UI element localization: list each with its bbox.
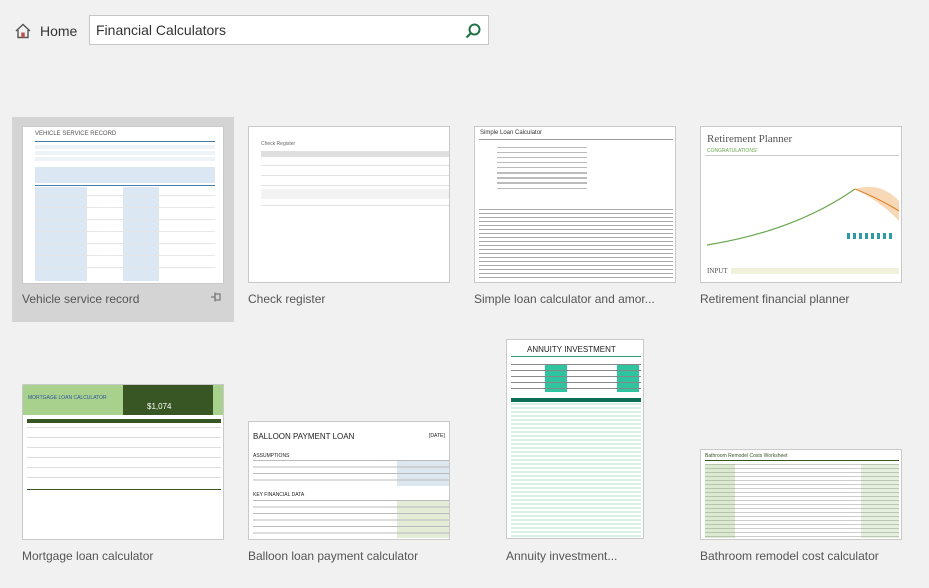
thumbnail-heading: MORTGAGE LOAN CALCULATOR xyxy=(28,395,107,401)
template-thumbnail: VEHICLE SERVICE RECORD xyxy=(22,126,224,284)
template-title: Annuity investment... xyxy=(506,549,618,563)
template-thumbnail: BALLOON PAYMENT LOAN [DATE] ASSUMPTIONS … xyxy=(248,421,450,540)
home-button[interactable]: Home xyxy=(14,20,77,42)
template-tile-retirement-planner[interactable]: Retirement Planner CONGRATULATIONS! INPU… xyxy=(690,117,912,322)
template-tile-annuity-investment[interactable]: ANNUITY INVESTMENT Annuity investment... xyxy=(496,330,656,580)
thumbnail-assumptions: ASSUMPTIONS xyxy=(253,453,290,459)
template-title: Vehicle service record xyxy=(22,292,140,306)
template-tile-vehicle-service-record[interactable]: VEHICLE SERVICE RECORD Vehicle service r… xyxy=(12,117,234,322)
thumbnail-heading: VEHICLE SERVICE RECORD xyxy=(35,131,117,137)
template-thumbnail: Check Register xyxy=(248,126,450,283)
template-thumbnail: Retirement Planner CONGRATULATIONS! INPU… xyxy=(700,126,902,283)
template-title: Check register xyxy=(248,292,326,306)
thumbnail-heading: Check Register xyxy=(261,141,296,147)
thumbnail-heading: ANNUITY INVESTMENT xyxy=(527,345,616,354)
search-input[interactable] xyxy=(96,19,456,41)
thumbnail-monthly-payment: $1,074 xyxy=(147,402,172,411)
thumbnail-heading: Simple Loan Calculator xyxy=(480,130,543,136)
home-label: Home xyxy=(40,23,78,39)
template-tile-check-register[interactable]: Check Register Check register xyxy=(238,117,460,322)
template-tile-mortgage-loan-calculator[interactable]: MORTGAGE LOAN CALCULATOR $1,074 Mortgage… xyxy=(12,375,234,580)
thumbnail-heading: BALLOON PAYMENT LOAN xyxy=(253,432,355,441)
template-thumbnail: ANNUITY INVESTMENT xyxy=(506,339,644,539)
thumbnail-key-financial-data: KEY FINANCIAL DATA xyxy=(253,492,305,498)
template-title: Balloon loan payment calculator xyxy=(248,549,419,563)
template-title: Simple loan calculator and amor... xyxy=(474,292,655,306)
thumbnail-heading: Retirement Planner xyxy=(707,133,793,145)
search-box[interactable] xyxy=(89,15,489,45)
thumbnail-heading: Bathroom Remodel Costs Worksheet xyxy=(705,453,788,459)
template-thumbnail: MORTGAGE LOAN CALCULATOR $1,074 xyxy=(22,384,224,540)
home-icon xyxy=(15,23,31,39)
template-tile-simple-loan-calculator[interactable]: Simple Loan Calculator Simple loan calcu… xyxy=(464,117,686,322)
thumbnail-input-label: INPUT xyxy=(707,267,728,275)
pin-icon[interactable] xyxy=(210,291,222,303)
search-icon[interactable] xyxy=(464,22,482,40)
template-tile-bathroom-remodel-calculator[interactable]: Bathroom Remodel Costs Worksheet Bathroo… xyxy=(690,375,912,580)
template-title: Bathroom remodel cost calculator xyxy=(700,549,879,563)
thumbnail-date: [DATE] xyxy=(429,433,445,439)
template-thumbnail: Bathroom Remodel Costs Worksheet xyxy=(700,449,902,540)
template-thumbnail: Simple Loan Calculator xyxy=(474,126,676,283)
template-tile-balloon-loan-calculator[interactable]: BALLOON PAYMENT LOAN [DATE] ASSUMPTIONS … xyxy=(238,375,460,580)
template-title: Mortgage loan calculator xyxy=(22,549,154,563)
thumbnail-subtitle: CONGRATULATIONS! xyxy=(707,148,758,154)
template-title: Retirement financial planner xyxy=(700,292,850,306)
